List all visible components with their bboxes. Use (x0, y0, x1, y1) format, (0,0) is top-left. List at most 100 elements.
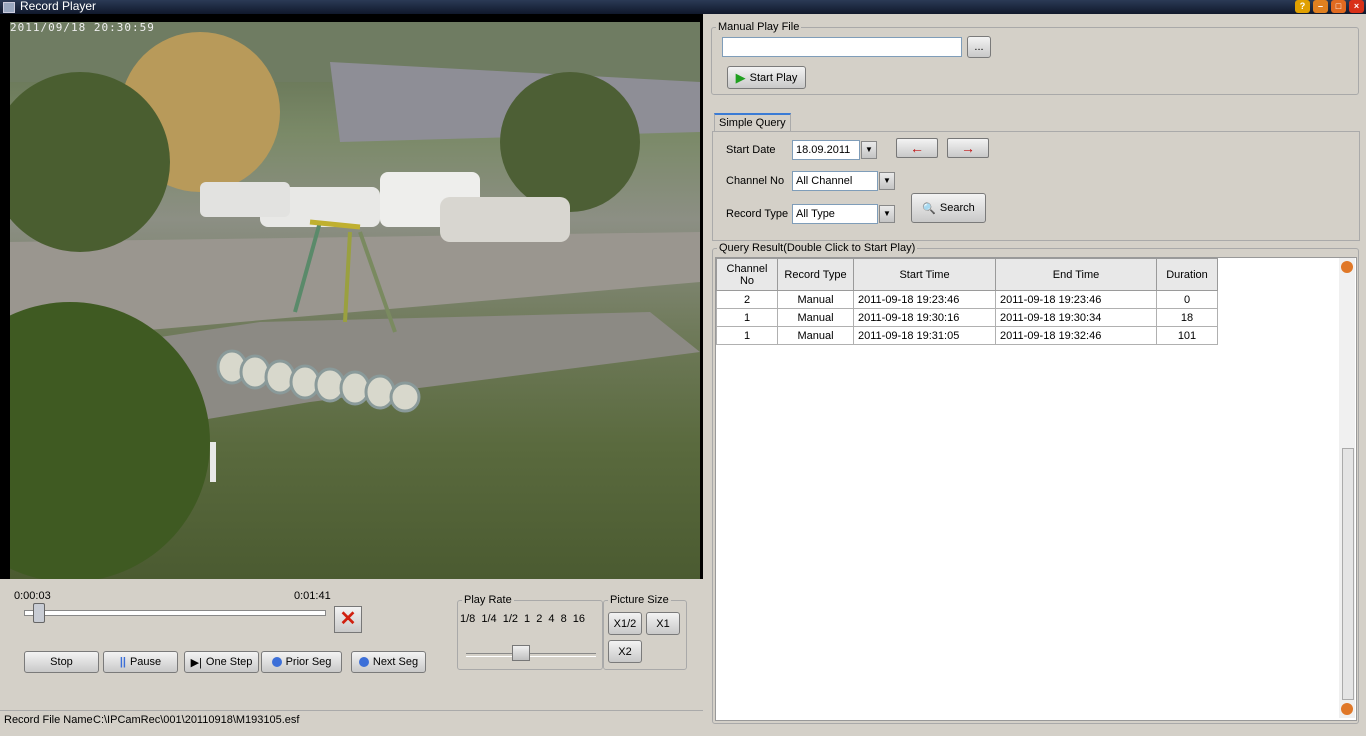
channel-select[interactable]: All Channel ▼ (792, 171, 895, 191)
play-rate-labels: 1/8 1/4 1/2 1 2 4 8 16 (460, 613, 585, 625)
col-start-time[interactable]: Start Time (853, 258, 996, 291)
query-result-title: Query Result(Double Click to Start Play) (719, 242, 916, 254)
close-button[interactable]: × (1349, 0, 1364, 13)
cell-duration: 18 (1156, 308, 1218, 327)
table-row[interactable]: 2 Manual 2011-09-18 19:23:46 2011-09-18 … (716, 290, 1218, 309)
manual-play-title: Manual Play File (718, 21, 800, 33)
app-icon (3, 2, 15, 13)
progress-slider-thumb[interactable] (32, 603, 45, 623)
play-rate-title: Play Rate (464, 594, 512, 606)
tab-simple-query[interactable]: Simple Query (714, 113, 791, 131)
result-table: Channel No Record Type Start Time End Ti… (716, 258, 1218, 345)
step-icon: ▶| (190, 656, 202, 669)
search-icon: 🔍 (922, 202, 936, 215)
pause-icon: || (119, 656, 126, 668)
cell-end: 2011-09-18 19:30:34 (995, 308, 1157, 327)
cell-channel: 1 (716, 308, 778, 327)
record-type-value: All Type (796, 208, 835, 220)
stop-button[interactable]: Stop (24, 651, 99, 673)
one-step-button[interactable]: ▶| One Step (184, 651, 259, 673)
scroll-down-icon[interactable] (1341, 703, 1353, 715)
cell-end: 2011-09-18 19:23:46 (995, 290, 1157, 309)
next-date-button[interactable]: → (947, 138, 989, 158)
col-channel-no[interactable]: Channel No (716, 258, 778, 291)
record-file-path: C:\IPCamRec\001\20110918\M193105.esf (93, 714, 300, 726)
prev-date-button[interactable]: ← (896, 138, 938, 158)
table-header: Channel No Record Type Start Time End Ti… (716, 258, 1218, 291)
play-rate-group: Play Rate (457, 594, 603, 670)
prior-seg-icon (271, 657, 282, 667)
col-duration[interactable]: Duration (1156, 258, 1218, 291)
prior-seg-label: Prior Seg (285, 656, 332, 668)
play-icon: ▶ (735, 69, 746, 85)
close-file-icon[interactable]: ✕ (334, 606, 362, 633)
window-title: Record Player (20, 0, 97, 13)
chevron-down-icon[interactable]: ▼ (879, 172, 895, 190)
x2-label: X2 (618, 645, 632, 658)
x2-button[interactable]: X2 (608, 640, 642, 663)
record-file-label: Record File Name (4, 714, 93, 726)
video-frame[interactable] (10, 22, 700, 587)
x-half-label: X1/2 (613, 617, 637, 630)
current-time: 0:00:03 (14, 590, 51, 602)
minimize-button[interactable]: – (1313, 0, 1328, 13)
cell-duration: 101 (1156, 326, 1218, 345)
progress-track[interactable] (24, 610, 326, 616)
cell-type: Manual (777, 290, 854, 309)
one-step-label: One Step (205, 656, 253, 668)
x-half-button[interactable]: X1/2 (608, 612, 642, 635)
stop-label: Stop (50, 656, 73, 668)
picture-size-title: Picture Size (610, 594, 669, 606)
search-button[interactable]: 🔍 Search (911, 193, 986, 223)
channel-value: All Channel (796, 175, 853, 187)
video-panel: 2011/09/18 20:30:59 (0, 14, 703, 587)
x1-button[interactable]: X1 (646, 612, 680, 635)
osd-timestamp: 2011/09/18 20:30:59 (10, 21, 155, 34)
col-end-time[interactable]: End Time (995, 258, 1157, 291)
play-rate-track[interactable] (466, 653, 596, 657)
cell-channel: 2 (716, 290, 778, 309)
next-seg-icon (358, 657, 369, 667)
cell-type: Manual (777, 308, 854, 327)
next-seg-button[interactable]: Next Seg (351, 651, 426, 673)
browse-label: ... (974, 41, 984, 53)
table-row[interactable]: 1 Manual 2011-09-18 19:30:16 2011-09-18 … (716, 308, 1218, 327)
chevron-down-icon[interactable]: ▼ (879, 205, 895, 223)
record-type-label: Record Type (726, 208, 789, 220)
col-record-type[interactable]: Record Type (777, 258, 854, 291)
manual-file-input[interactable] (722, 37, 962, 57)
record-type-select[interactable]: All Type ▼ (792, 204, 895, 224)
help-button[interactable]: ? (1295, 0, 1310, 13)
cell-start: 2011-09-18 19:30:16 (853, 308, 996, 327)
title-bar: Record Player ? – □ × (0, 0, 1366, 14)
cell-start: 2011-09-18 19:23:46 (853, 290, 996, 309)
pause-button[interactable]: || Pause (103, 651, 178, 673)
start-date-picker[interactable]: 18.09.2011 ▼ (792, 140, 877, 160)
start-play-button[interactable]: ▶ Start Play (727, 66, 806, 89)
result-scrollbar[interactable] (1339, 258, 1355, 718)
status-bar: Record File Name C:\IPCamRec\001\2011091… (0, 710, 703, 729)
start-date-value: 18.09.2011 (796, 144, 851, 156)
cell-channel: 1 (716, 326, 778, 345)
cell-end: 2011-09-18 19:32:46 (995, 326, 1157, 345)
pause-label: Pause (129, 656, 162, 668)
start-date-label: Start Date (726, 144, 776, 156)
search-label: Search (939, 202, 975, 214)
manual-play-group: Manual Play File (711, 21, 1359, 95)
maximize-button[interactable]: □ (1331, 0, 1346, 13)
total-time: 0:01:41 (294, 590, 331, 602)
cell-duration: 0 (1156, 290, 1218, 309)
next-seg-label: Next Seg (372, 656, 419, 668)
start-play-label: Start Play (749, 71, 798, 84)
table-row[interactable]: 1 Manual 2011-09-18 19:31:05 2011-09-18 … (716, 326, 1218, 345)
browse-button[interactable]: ... (967, 36, 991, 58)
chevron-down-icon[interactable]: ▼ (861, 141, 877, 159)
cell-start: 2011-09-18 19:31:05 (853, 326, 996, 345)
scroll-thumb[interactable] (1342, 448, 1354, 700)
scroll-up-icon[interactable] (1341, 261, 1353, 273)
result-table-box: Channel No Record Type Start Time End Ti… (715, 257, 1357, 721)
channel-label: Channel No (726, 175, 785, 187)
play-rate-thumb[interactable] (512, 645, 530, 661)
x1-label: X1 (656, 617, 670, 630)
prior-seg-button[interactable]: Prior Seg (261, 651, 342, 673)
